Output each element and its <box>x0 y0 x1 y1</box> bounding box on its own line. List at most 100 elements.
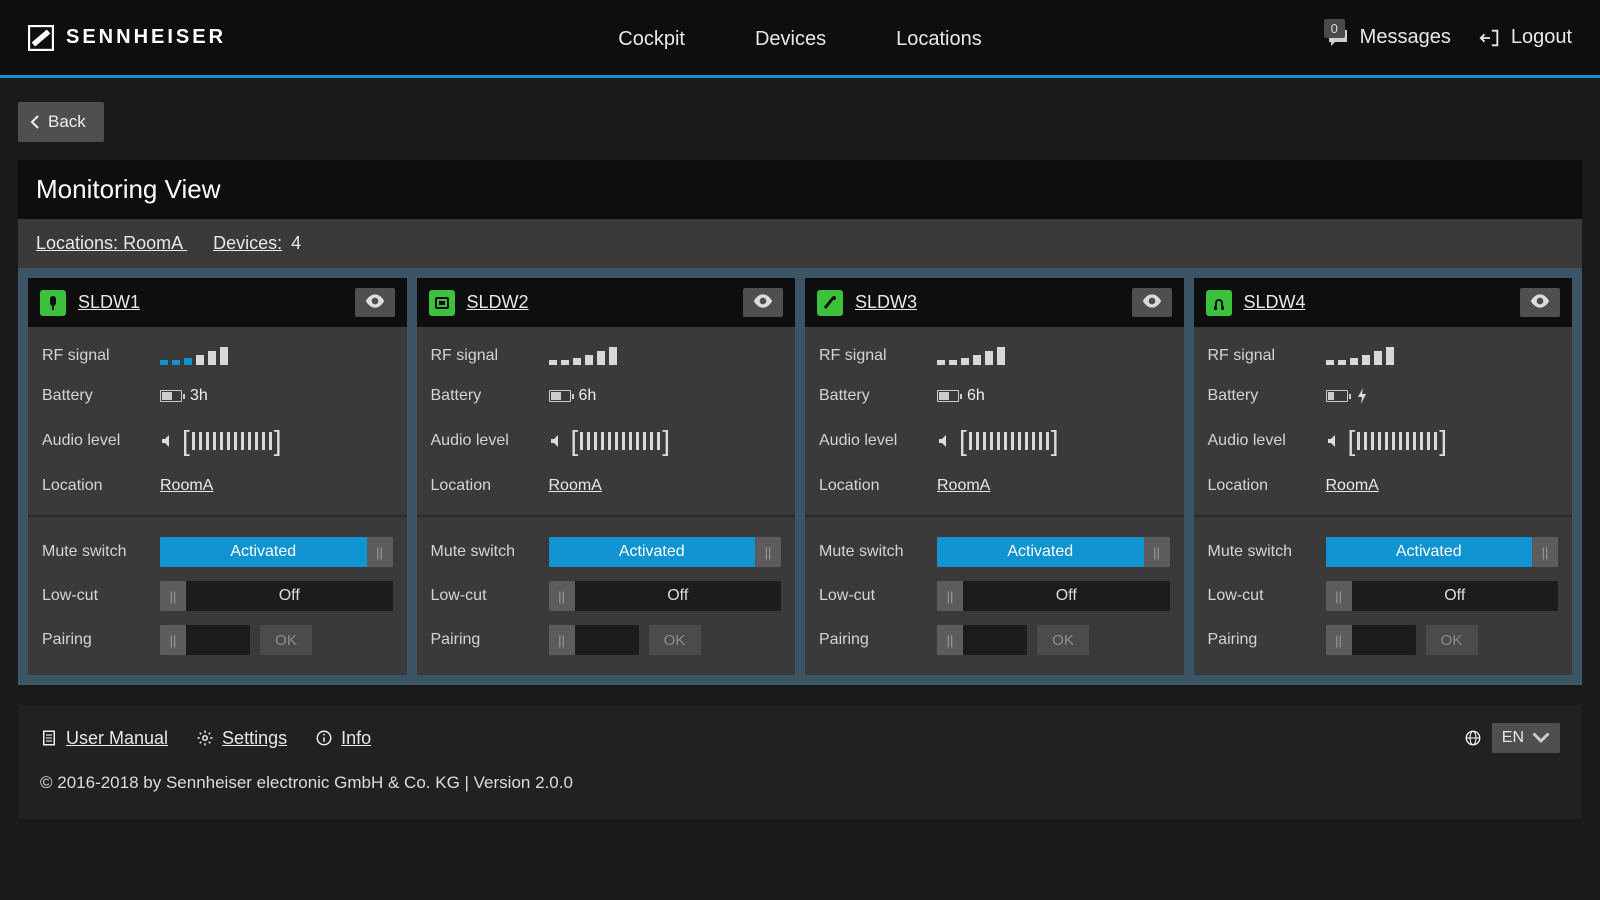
messages-badge: 0 <box>1324 19 1345 38</box>
lowcut-toggle[interactable]: ||Off <box>937 581 1170 611</box>
logout-button[interactable]: Logout <box>1479 26 1572 49</box>
breadcrumb: Locations: RoomA Devices: 4 <box>18 219 1582 268</box>
mute-switch-toggle[interactable]: Activated|| <box>937 537 1170 567</box>
device-card: SLDW4 RF signal Battery Audio level [] L… <box>1194 278 1573 675</box>
sennheiser-logo-icon <box>28 25 54 51</box>
topbar-right: 0 Messages Logout <box>1326 26 1572 50</box>
top-bar: SENNHEISER Cockpit Devices Locations 0 M… <box>0 0 1600 78</box>
nav-cockpit[interactable]: Cockpit <box>618 28 685 51</box>
page-title: Monitoring View <box>18 160 1582 219</box>
rf-signal-meter <box>937 347 1005 365</box>
device-name-link[interactable]: SLDW3 <box>855 292 1120 313</box>
logout-label: Logout <box>1511 26 1572 49</box>
pairing-ok-button[interactable]: OK <box>649 625 701 655</box>
rf-signal-meter <box>549 347 617 365</box>
document-icon <box>40 729 58 747</box>
device-card-header: SLDW1 <box>28 278 407 327</box>
eye-icon <box>365 294 385 308</box>
language-area: EN <box>1464 723 1560 753</box>
back-label: Back <box>48 112 86 132</box>
battery-value: 6h <box>579 387 597 405</box>
eye-icon <box>753 294 773 308</box>
main-nav: Cockpit Devices Locations <box>618 28 981 51</box>
mute-switch-toggle[interactable]: Activated|| <box>1326 537 1559 567</box>
rf-signal-meter <box>160 347 228 365</box>
battery-icon <box>549 390 571 402</box>
nav-locations[interactable]: Locations <box>896 28 982 51</box>
lightning-icon <box>1356 388 1368 404</box>
battery-value: 6h <box>967 387 985 405</box>
battery-icon <box>937 390 959 402</box>
speaker-icon <box>549 434 563 448</box>
battery-value: 3h <box>190 387 208 405</box>
info-icon <box>315 729 333 747</box>
pairing-ok-button[interactable]: OK <box>1426 625 1478 655</box>
footer-info[interactable]: Info <box>315 728 371 749</box>
device-type-icon <box>429 290 455 316</box>
device-name-link[interactable]: SLDW4 <box>1244 292 1509 313</box>
nav-devices[interactable]: Devices <box>755 28 826 51</box>
messages-button[interactable]: 0 Messages <box>1326 26 1451 50</box>
eye-icon <box>1142 294 1162 308</box>
page: Back Monitoring View Locations: RoomA De… <box>0 78 1600 843</box>
gear-icon <box>196 729 214 747</box>
device-card-header: SLDW2 <box>417 278 796 327</box>
device-location-link[interactable]: RoomA <box>160 477 213 495</box>
pairing-ok-button[interactable]: OK <box>260 625 312 655</box>
footer-settings[interactable]: Settings <box>196 728 287 749</box>
rf-signal-meter <box>1326 347 1394 365</box>
device-type-icon <box>40 290 66 316</box>
lowcut-toggle[interactable]: ||Off <box>160 581 393 611</box>
copyright: © 2016-2018 by Sennheiser electronic Gmb… <box>40 773 1560 793</box>
brand-logo: SENNHEISER <box>28 25 226 51</box>
battery-icon <box>160 390 182 402</box>
back-button[interactable]: Back <box>18 102 104 142</box>
device-grid: SLDW1 RF signal Battery 3h Audio level [… <box>18 268 1582 685</box>
identify-button[interactable] <box>743 288 783 317</box>
pairing-toggle[interactable]: || <box>160 625 250 655</box>
device-card: SLDW1 RF signal Battery 3h Audio level [… <box>28 278 407 675</box>
mute-switch-toggle[interactable]: Activated|| <box>160 537 393 567</box>
crumb-devices[interactable]: Devices: 4 <box>213 233 301 253</box>
device-type-icon <box>1206 290 1232 316</box>
chevron-left-icon <box>30 115 40 129</box>
audio-level-meter: [] <box>959 427 1059 455</box>
device-type-icon <box>817 290 843 316</box>
pairing-toggle[interactable]: || <box>937 625 1027 655</box>
eye-icon <box>1530 294 1550 308</box>
lowcut-toggle[interactable]: ||Off <box>1326 581 1559 611</box>
footer: User Manual Settings Info EN © 2016-2018… <box>18 705 1582 819</box>
speaker-icon <box>937 434 951 448</box>
brand-text: SENNHEISER <box>66 26 226 49</box>
lowcut-toggle[interactable]: ||Off <box>549 581 782 611</box>
device-card: SLDW2 RF signal Battery 6h Audio level [… <box>417 278 796 675</box>
footer-user-manual[interactable]: User Manual <box>40 728 168 749</box>
language-select[interactable]: EN <box>1492 723 1560 753</box>
identify-button[interactable] <box>1520 288 1560 317</box>
audio-level-meter: [] <box>571 427 671 455</box>
logout-icon <box>1479 27 1501 49</box>
device-name-link[interactable]: SLDW2 <box>467 292 732 313</box>
battery-icon <box>1326 390 1348 402</box>
identify-button[interactable] <box>355 288 395 317</box>
device-location-link[interactable]: RoomA <box>549 477 602 495</box>
device-location-link[interactable]: RoomA <box>1326 477 1379 495</box>
device-card: SLDW3 RF signal Battery 6h Audio level [… <box>805 278 1184 675</box>
messages-label: Messages <box>1360 26 1451 49</box>
device-card-header: SLDW4 <box>1194 278 1573 327</box>
pairing-ok-button[interactable]: OK <box>1037 625 1089 655</box>
audio-level-meter: [] <box>1348 427 1448 455</box>
audio-level-meter: [] <box>182 427 282 455</box>
speaker-icon <box>1326 434 1340 448</box>
device-name-link[interactable]: SLDW1 <box>78 292 343 313</box>
globe-icon <box>1464 729 1482 747</box>
pairing-toggle[interactable]: || <box>549 625 639 655</box>
device-location-link[interactable]: RoomA <box>937 477 990 495</box>
identify-button[interactable] <box>1132 288 1172 317</box>
pairing-toggle[interactable]: || <box>1326 625 1416 655</box>
chevron-down-icon <box>1532 729 1550 747</box>
speaker-icon <box>160 434 174 448</box>
crumb-locations[interactable]: Locations: RoomA <box>36 233 187 253</box>
device-card-header: SLDW3 <box>805 278 1184 327</box>
mute-switch-toggle[interactable]: Activated|| <box>549 537 782 567</box>
